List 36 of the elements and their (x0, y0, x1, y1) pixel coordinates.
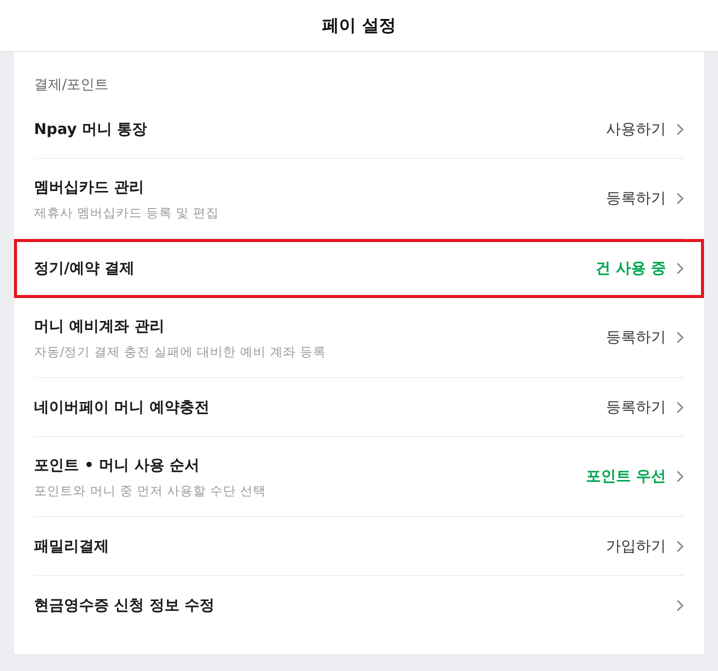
row-value: 등록하기 (606, 398, 666, 416)
row-title: 네이버페이 머니 예약충전 (34, 397, 210, 418)
chevron-right-icon (676, 598, 684, 612)
row-title: 정기/예약 결제 (34, 258, 136, 279)
chevron-right-icon (676, 262, 684, 274)
chevron-right-icon (676, 192, 684, 205)
chevron-right-icon (676, 331, 684, 344)
settings-row[interactable]: 포인트 • 머니 사용 순서 포인트와 머니 중 먼저 사용할 수단 선택 포인트 우선 (14, 437, 704, 517)
settings-row[interactable]: 멤버십카드 관리 제휴사 멤버십카드 등록 및 편집 등록하기 (14, 159, 704, 239)
settings-row[interactable]: Npay 머니 통장 사용하기 (14, 100, 704, 159)
row-title: 멤버십카드 관리 (34, 177, 146, 198)
settings-row[interactable]: 네이버페이 머니 예약충전 등록하기 (14, 378, 704, 437)
row-title: 현금영수증 신청 정보 수정 (34, 595, 216, 616)
page-title: 페이 설정 (322, 15, 396, 37)
settings-row[interactable]: 현금영수증 신청 정보 수정 (14, 576, 704, 634)
row-description: 포인트와 머니 중 먼저 사용할 수단 선택 (34, 482, 267, 500)
row-value: 사용하기 (606, 120, 666, 138)
row-title: 패밀리결제 (34, 536, 110, 557)
row-value: 포인트 우선 (586, 467, 666, 486)
row-title: Npay 머니 통장 (34, 119, 148, 140)
chevron-right-icon (676, 122, 684, 136)
settings-row[interactable]: 정기/예약 결제 건 사용 중 (14, 239, 704, 298)
settings-row[interactable]: 머니 예비계좌 관리 자동/정기 결제 충전 실패에 대비한 예비 계좌 등록 등록하기 (14, 298, 704, 378)
row-title: 포인트 • 머니 사용 순서 (34, 455, 200, 476)
row-description: 자동/정기 결제 충전 실패에 대비한 예비 계좌 등록 (34, 343, 328, 361)
chevron-right-icon (676, 540, 684, 552)
row-title: 머니 예비계좌 관리 (34, 316, 166, 337)
row-value: 등록하기 (606, 328, 666, 347)
row-value: 가입하기 (606, 536, 666, 556)
section-label: 결제/포인트 (33, 76, 110, 95)
chevron-right-icon (676, 470, 684, 483)
row-value: 건 사용 중 (596, 258, 666, 278)
settings-row[interactable]: 패밀리결제 가입하기 (14, 517, 704, 576)
row-description: 제휴사 멤버십카드 등록 및 편집 (34, 204, 220, 222)
chevron-right-icon (676, 400, 684, 414)
row-value: 등록하기 (606, 189, 666, 208)
